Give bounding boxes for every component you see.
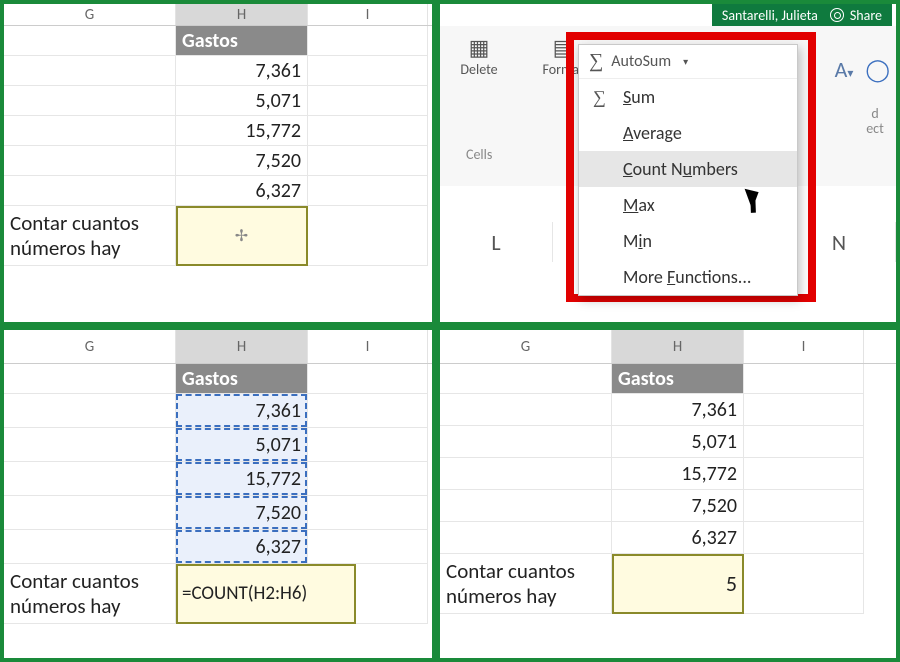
cell-h3[interactable]: 5,071 — [176, 86, 308, 116]
header-gastos3[interactable]: Gastos — [176, 364, 308, 394]
result-cell[interactable]: 5 — [612, 554, 744, 614]
cell-g1[interactable] — [4, 26, 176, 56]
cell-h2r[interactable]: 7,361 — [612, 394, 744, 426]
ribbon-group-cells: Cells — [466, 146, 492, 163]
col-l[interactable]: L — [440, 222, 553, 262]
cell-h2[interactable]: 7,361 — [176, 56, 308, 86]
share-button[interactable]: Share — [830, 7, 882, 24]
dropdown-item-more[interactable]: More Functions... — [579, 259, 797, 295]
formula-cell[interactable]: =COUNT(H2:H6) — [176, 564, 356, 624]
count-prompt-label4[interactable]: Contar cuantos números hay — [440, 554, 612, 614]
ribbon-delete-button[interactable]: ▦ Delete — [448, 34, 510, 78]
sigma-icon: ∑ — [589, 50, 603, 73]
sigma-icon-sum: ∑ — [593, 87, 606, 108]
cell-h5m[interactable]: 7,520 — [176, 496, 308, 530]
cell-h4m[interactable]: 15,772 — [176, 462, 308, 496]
col-h[interactable]: H — [176, 4, 308, 25]
col-g4[interactable]: G — [440, 330, 612, 363]
cell-h5[interactable]: 7,520 — [176, 146, 308, 176]
col-g3[interactable]: G — [4, 330, 176, 363]
cell-h3m[interactable]: 5,071 — [176, 428, 308, 462]
delete-icon: ▦ — [469, 34, 490, 61]
count-prompt-label3[interactable]: Contar cuantos números hay — [4, 564, 176, 624]
partial-label: dect — [858, 106, 892, 137]
col-i3[interactable]: I — [308, 330, 428, 363]
cell-h2m[interactable]: 7,361 — [176, 394, 308, 428]
cell-i1[interactable] — [308, 26, 428, 56]
dropdown-item-average[interactable]: Average — [579, 115, 797, 151]
cell-h3r[interactable]: 5,071 — [612, 426, 744, 458]
panel-step2-ribbon: Santarelli, Julieta Share ▦ Delete ▤ For… — [436, 0, 900, 326]
col-i[interactable]: I — [308, 4, 428, 25]
cell-h6r[interactable]: 6,327 — [612, 522, 744, 554]
dropdown-item-max[interactable]: Max — [579, 187, 797, 223]
share-icon — [830, 8, 844, 22]
col-h3p[interactable]: H — [176, 330, 308, 363]
header-gastos[interactable]: Gastos — [176, 26, 308, 56]
dropdown-caret-icon: ▾ — [683, 55, 688, 68]
panel-step4-result: G H I Gastos 7,361 5,071 15,772 — [436, 326, 900, 662]
cursor-indicator: ✢ — [235, 226, 248, 246]
col-g[interactable]: G — [4, 4, 176, 25]
user-name: Santarelli, Julieta — [722, 7, 818, 24]
clear-icon[interactable]: A▾ — [835, 56, 854, 83]
selected-cell-h7[interactable]: ✢ — [176, 206, 308, 266]
col-h4p[interactable]: H — [612, 330, 744, 363]
col-n[interactable]: N — [783, 222, 896, 262]
find-icon[interactable]: ◯ — [865, 56, 890, 83]
dropdown-item-count[interactable]: Count Numbers — [579, 151, 797, 187]
panel-step1: G H I Gastos 7,361 5,071 15,772 — [0, 0, 436, 326]
count-prompt-label[interactable]: Contar cuantos números hay — [4, 206, 176, 266]
dropdown-item-sum[interactable]: ∑ Sum — [579, 79, 797, 115]
cell-h5r[interactable]: 7,520 — [612, 490, 744, 522]
cell-h6[interactable]: 6,327 — [176, 176, 308, 206]
panel-step3-formula: G H I Gastos 7,361 5,071 15,772 — [0, 326, 436, 662]
header-gastos4[interactable]: Gastos — [612, 364, 744, 394]
cell-h6m[interactable]: 6,327 — [176, 530, 308, 564]
autosum-button[interactable]: ∑ AutoSum ▾ — [579, 45, 797, 79]
cell-h4r[interactable]: 15,772 — [612, 458, 744, 490]
col-i4[interactable]: I — [744, 330, 864, 363]
title-bar: Santarelli, Julieta Share — [712, 4, 892, 26]
cell-h4[interactable]: 15,772 — [176, 116, 308, 146]
